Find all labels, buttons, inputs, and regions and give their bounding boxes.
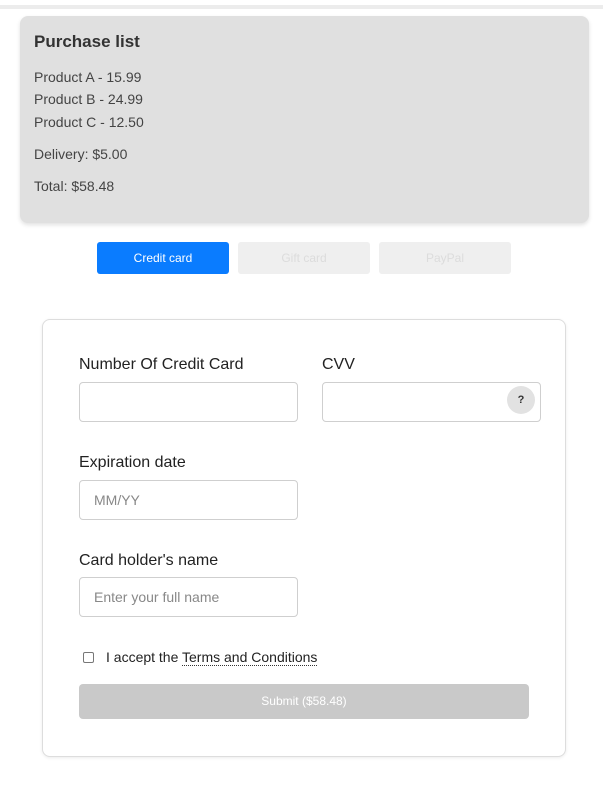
submit-button[interactable]: Submit ($58.48) [79, 684, 529, 719]
expiration-label: Expiration date [79, 454, 186, 471]
summary-item: Product C - 12.50 [34, 114, 144, 130]
holder-name-input[interactable] [79, 577, 298, 617]
tab-credit-card[interactable]: Credit card [97, 242, 229, 274]
tab-gift-card[interactable]: Gift card [238, 242, 370, 274]
expiration-input[interactable] [79, 480, 298, 520]
terms-checkbox[interactable] [83, 652, 94, 663]
tab-paypal[interactable]: PayPal [379, 242, 511, 274]
credit-card-form: Number Of Credit Card CVV ? Expiration d… [42, 319, 566, 757]
terms-text: I accept the Terms and Conditions [106, 649, 318, 666]
order-total: Total: $58.48 [34, 178, 115, 194]
summary-title: Purchase list [34, 32, 140, 51]
card-number-label: Number Of Credit Card [79, 356, 244, 373]
holder-name-label: Card holder's name [79, 552, 219, 569]
terms-prefix: I accept the [106, 649, 183, 665]
purchase-summary-panel: Purchase list Product A - 15.99 Product … [20, 16, 589, 223]
top-divider [0, 5, 603, 9]
delivery-cost: Delivery: $5.00 [34, 146, 128, 162]
summary-item: Product B - 24.99 [34, 91, 143, 107]
cvv-label: CVV [322, 356, 355, 373]
terms-link[interactable]: Terms and Conditions [182, 649, 318, 666]
card-number-input[interactable] [79, 382, 298, 422]
summary-item: Product A - 15.99 [34, 69, 142, 85]
cvv-help-icon[interactable]: ? [507, 386, 535, 414]
